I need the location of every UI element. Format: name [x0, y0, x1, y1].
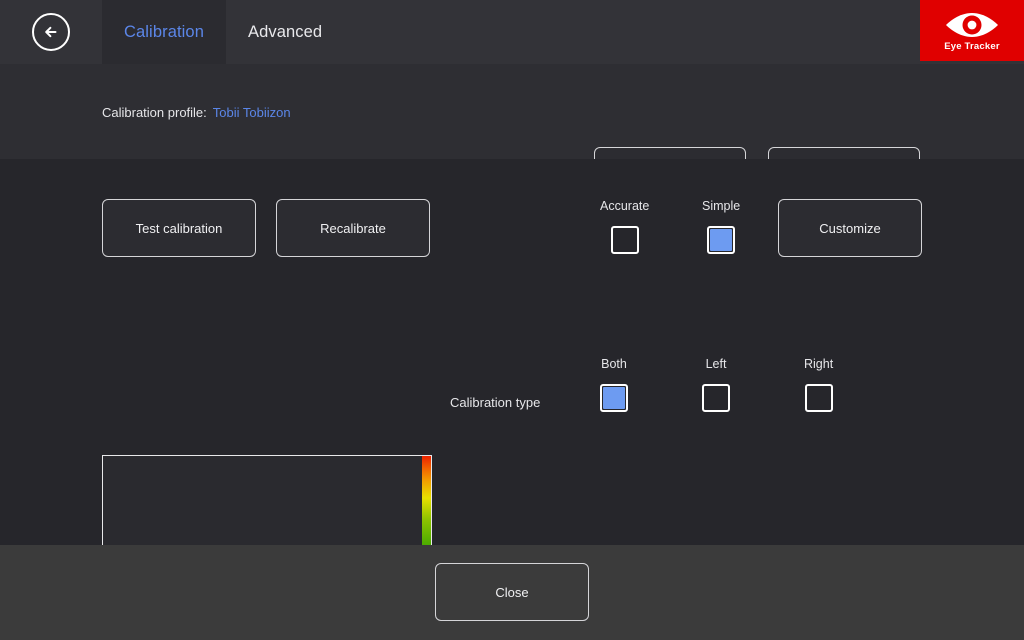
accurate-checkbox[interactable]: [610, 226, 639, 254]
eye-tracker-settings-window: Calibration Advanced Eye Tracker Calibra…: [0, 0, 1024, 640]
arrow-left-circle-icon: [32, 13, 70, 51]
test-calibration-button[interactable]: Test calibration: [102, 199, 256, 257]
back-button[interactable]: [0, 0, 102, 64]
tab-bar: Calibration Advanced: [102, 0, 344, 64]
footer-bar: Close: [0, 545, 1024, 640]
recalibrate-label: Recalibrate: [320, 220, 386, 236]
tab-calibration-label: Calibration: [124, 22, 204, 41]
tab-advanced[interactable]: Advanced: [226, 0, 344, 64]
both-label: Both: [601, 357, 627, 371]
track-eyes-right-option[interactable]: Right: [804, 357, 833, 412]
right-label: Right: [804, 357, 834, 371]
logo-label: Eye Tracker: [944, 40, 1000, 52]
track-eyes-left-option[interactable]: Left: [702, 357, 730, 412]
left-checkbox[interactable]: [702, 384, 730, 412]
tab-advanced-label: Advanced: [247, 22, 323, 41]
simple-checkbox[interactable]: [707, 226, 736, 254]
both-checkbox[interactable]: [600, 384, 628, 412]
tab-calibration[interactable]: Calibration: [102, 0, 226, 64]
profile-section: Calibration profile: Tobii Tobiizon Crea…: [0, 64, 1024, 205]
track-eyes-both-option[interactable]: Both: [600, 357, 628, 412]
right-checkbox[interactable]: [804, 384, 833, 412]
header-bar: Calibration Advanced Eye Tracker: [0, 0, 1024, 64]
accurate-label: Accurate: [600, 199, 650, 213]
recalibrate-button[interactable]: Recalibrate: [276, 199, 430, 257]
calibration-profile-row: Calibration profile: Tobii Tobiizon: [102, 105, 291, 120]
close-label: Close: [495, 584, 529, 600]
calibration-type-label: Calibration type: [450, 395, 541, 410]
simple-label: Simple: [702, 199, 741, 213]
eye-icon: [946, 12, 998, 37]
left-label: Left: [705, 357, 727, 371]
test-calibration-label: Test calibration: [135, 220, 223, 236]
customize-button[interactable]: Customize: [778, 199, 922, 257]
calibration-profile-value[interactable]: Tobii Tobiizon: [213, 105, 291, 120]
close-button[interactable]: Close: [435, 563, 589, 621]
eye-tracker-logo[interactable]: Eye Tracker: [920, 0, 1024, 61]
calibration-profile-label: Calibration profile:: [102, 105, 207, 120]
calibration-type-accurate-option[interactable]: Accurate: [600, 199, 649, 254]
calibration-type-simple-option[interactable]: Simple: [702, 199, 740, 254]
calibration-panel: Test calibration Recalibrate Calibration…: [0, 159, 1024, 640]
customize-label: Customize: [819, 220, 881, 236]
